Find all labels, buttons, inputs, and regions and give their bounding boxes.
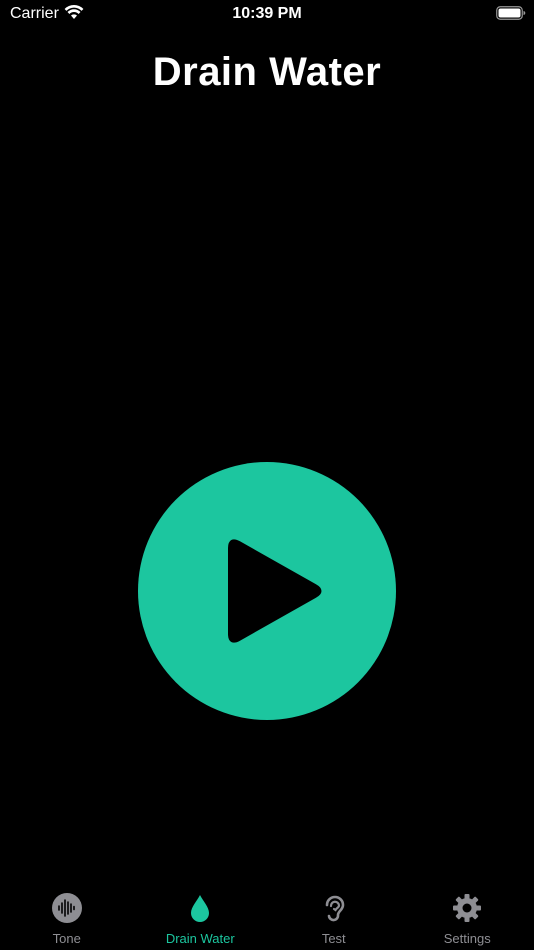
waveform-icon bbox=[51, 893, 82, 923]
drop-icon bbox=[191, 895, 210, 922]
tab-drain-water[interactable]: Drain Water bbox=[134, 888, 268, 950]
tab-settings[interactable]: Settings bbox=[401, 888, 534, 950]
status-time: 10:39 PM bbox=[232, 5, 302, 22]
tab-label: Test bbox=[321, 931, 346, 946]
gear-icon bbox=[453, 894, 482, 922]
tab-label: Tone bbox=[52, 931, 81, 946]
status-bar: Carrier 10:39 PM bbox=[0, 0, 534, 30]
tab-tone[interactable]: Tone bbox=[0, 888, 134, 950]
battery-icon bbox=[496, 6, 526, 20]
page-title: Drain Water bbox=[152, 50, 382, 94]
tab-label: Drain Water bbox=[165, 931, 235, 946]
tab-test[interactable]: Test bbox=[267, 888, 401, 950]
tab-bar: Tone Drain Water Test Settings bbox=[0, 888, 534, 950]
play-button[interactable] bbox=[138, 462, 396, 720]
play-icon bbox=[228, 539, 322, 643]
tab-label: Settings bbox=[443, 931, 491, 946]
ear-icon bbox=[325, 895, 345, 922]
